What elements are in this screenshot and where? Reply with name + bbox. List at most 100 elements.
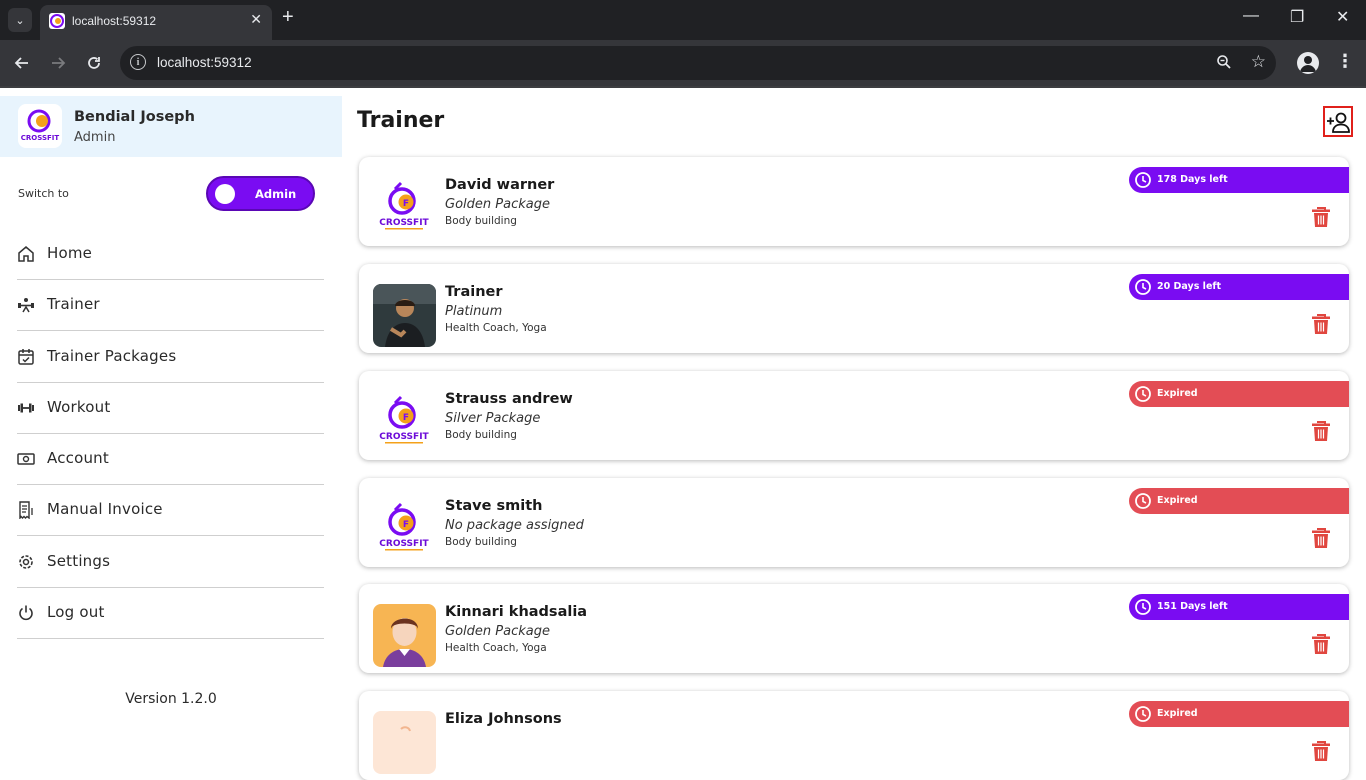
trainer-card[interactable]: F CROSSFIT Strauss andrew Silver Package Bod… — [359, 371, 1349, 460]
trainer-card[interactable]: Eliza Johnsons Expired — [359, 691, 1349, 780]
restore-button[interactable]: ❐ — [1290, 7, 1304, 27]
trainer-package: Platinum — [445, 304, 503, 319]
clock-icon — [1135, 706, 1151, 722]
svg-text:F: F — [403, 199, 409, 209]
clock-icon — [1135, 172, 1151, 188]
trainer-name: David warner — [445, 177, 555, 193]
crossfit-logo: CROSSFIT — [18, 104, 62, 148]
svg-text:F: F — [403, 520, 409, 530]
trainer-name: Stave smith — [445, 498, 543, 514]
window-close-button[interactable]: ✕ — [1336, 7, 1349, 27]
sidebar-item-label: Trainer — [47, 295, 100, 313]
trainer-specialty: Body building — [445, 536, 517, 548]
trainer-specialty: Body building — [445, 215, 517, 227]
dumbbell-icon — [18, 403, 34, 413]
status-text: 178 Days left — [1157, 174, 1228, 185]
trash-icon[interactable] — [1311, 633, 1331, 655]
trainer-card[interactable]: F CROSSFIT Stave smith No package assigned B… — [359, 478, 1349, 567]
trainer-avatar: F CROSSFIT — [373, 498, 436, 561]
sidebar-item-manual-invoice[interactable]: Manual Invoice — [17, 485, 324, 536]
address-bar[interactable]: i localhost:59312 ☆ — [120, 46, 1276, 80]
sidebar-item-settings[interactable]: Settings — [17, 537, 324, 588]
status-text: 151 Days left — [1157, 601, 1228, 612]
tab-search-button[interactable]: ⌄ — [8, 8, 32, 32]
forward-button[interactable] — [46, 51, 70, 75]
minimize-button[interactable]: — — [1243, 7, 1259, 25]
trainer-name: Kinnari khadsalia — [445, 604, 588, 620]
switch-label: Switch to — [18, 187, 69, 200]
trainer-package: Silver Package — [445, 411, 541, 426]
main-content: Trainer F CROSSFIT David warner Golden Pack… — [342, 88, 1366, 780]
sidebar-item-label: Trainer Packages — [47, 347, 177, 365]
user-name: Bendial Joseph — [74, 109, 195, 125]
sidebar-item-label: Account — [47, 449, 109, 467]
trainer-name: Strauss andrew — [445, 391, 573, 407]
status-text: Expired — [1157, 388, 1198, 399]
site-info-icon[interactable]: i — [130, 54, 146, 70]
sidebar-item-trainer[interactable]: Trainer — [17, 280, 324, 331]
sidebar-item-label: Log out — [47, 603, 105, 621]
app-version: Version 1.2.0 — [125, 691, 217, 707]
tab-close-icon[interactable]: ✕ — [250, 12, 262, 28]
sidebar-item-label: Settings — [47, 552, 111, 570]
trainer-specialty: Body building — [445, 429, 517, 441]
trainer-name: Eliza Johnsons — [445, 711, 562, 727]
app-root: CROSSFIT Bendial Joseph Admin Switch to … — [0, 88, 1366, 780]
back-button[interactable] — [10, 51, 34, 75]
trainer-specialty: Health Coach, Yoga — [445, 322, 547, 334]
add-trainer-button[interactable] — [1323, 106, 1353, 137]
reload-button[interactable] — [82, 51, 106, 75]
reload-icon — [88, 57, 100, 69]
trash-icon[interactable] — [1311, 740, 1331, 762]
browser-tab[interactable]: localhost:59312 ✕ — [40, 5, 272, 40]
browser-menu-icon[interactable]: ⋮ — [1336, 51, 1354, 72]
sidebar-item-workout[interactable]: Workout — [17, 383, 324, 434]
profile-avatar-icon[interactable] — [1297, 52, 1319, 74]
trainer-avatar — [373, 711, 436, 774]
clock-icon — [1135, 279, 1151, 295]
add-user-icon — [1327, 112, 1350, 133]
trash-icon[interactable] — [1311, 206, 1331, 228]
gear-icon — [19, 555, 33, 569]
status-badge: 151 Days left — [1129, 594, 1349, 620]
sidebar-item-log-out[interactable]: Log out — [17, 588, 324, 639]
status-badge: 20 Days left — [1129, 274, 1349, 300]
zoom-icon[interactable] — [1216, 54, 1232, 74]
browser-tab-bar: ⌄ localhost:59312 ✕ + — ❐ ✕ — [0, 0, 1366, 40]
status-text: 20 Days left — [1157, 281, 1222, 292]
trainer-avatar: F CROSSFIT — [373, 391, 436, 454]
trash-icon[interactable] — [1311, 420, 1331, 442]
svg-text:CROSSFIT: CROSSFIT — [21, 134, 60, 142]
status-badge: 178 Days left — [1129, 167, 1349, 193]
home-icon — [18, 246, 34, 262]
trainer-package: Golden Package — [445, 624, 550, 639]
trainer-avatar — [373, 284, 436, 347]
trainer-card[interactable]: Trainer Platinum Health Coach, Yoga 20 Days… — [359, 264, 1349, 353]
switch-text: Admin — [255, 187, 297, 201]
svg-text:F: F — [403, 413, 409, 423]
trainer-card[interactable]: F CROSSFIT David warner Golden Package Body … — [359, 157, 1349, 246]
trainer-icon — [18, 298, 34, 313]
url-text[interactable]: localhost:59312 — [157, 55, 252, 70]
money-icon — [17, 453, 35, 465]
bookmark-star-icon[interactable]: ☆ — [1251, 52, 1266, 72]
calendar-check-icon — [18, 349, 34, 365]
favicon-icon — [49, 13, 65, 29]
clock-icon — [1135, 386, 1151, 402]
trainer-card[interactable]: Kinnari khadsalia Golden Package Health Co… — [359, 584, 1349, 673]
profile-card: CROSSFIT Bendial Joseph Admin — [0, 96, 342, 157]
trash-icon[interactable] — [1311, 313, 1331, 335]
user-role: Admin — [74, 130, 116, 145]
sidebar-item-account[interactable]: Account — [17, 434, 324, 485]
sidebar-item-label: Manual Invoice — [47, 500, 163, 518]
trainer-package: No package assigned — [445, 518, 584, 533]
new-tab-button[interactable]: + — [282, 6, 294, 29]
sidebar: CROSSFIT Bendial Joseph Admin Switch to … — [0, 88, 342, 729]
sidebar-item-trainer-packages[interactable]: Trainer Packages — [17, 332, 324, 383]
role-switch-toggle[interactable]: Admin — [206, 176, 315, 211]
trainer-package: Golden Package — [445, 197, 550, 212]
svg-text:CROSSFIT: CROSSFIT — [379, 432, 429, 442]
sidebar-item-home[interactable]: Home — [17, 229, 324, 280]
trash-icon[interactable] — [1311, 527, 1331, 549]
sidebar-item-label: Home — [47, 244, 93, 262]
